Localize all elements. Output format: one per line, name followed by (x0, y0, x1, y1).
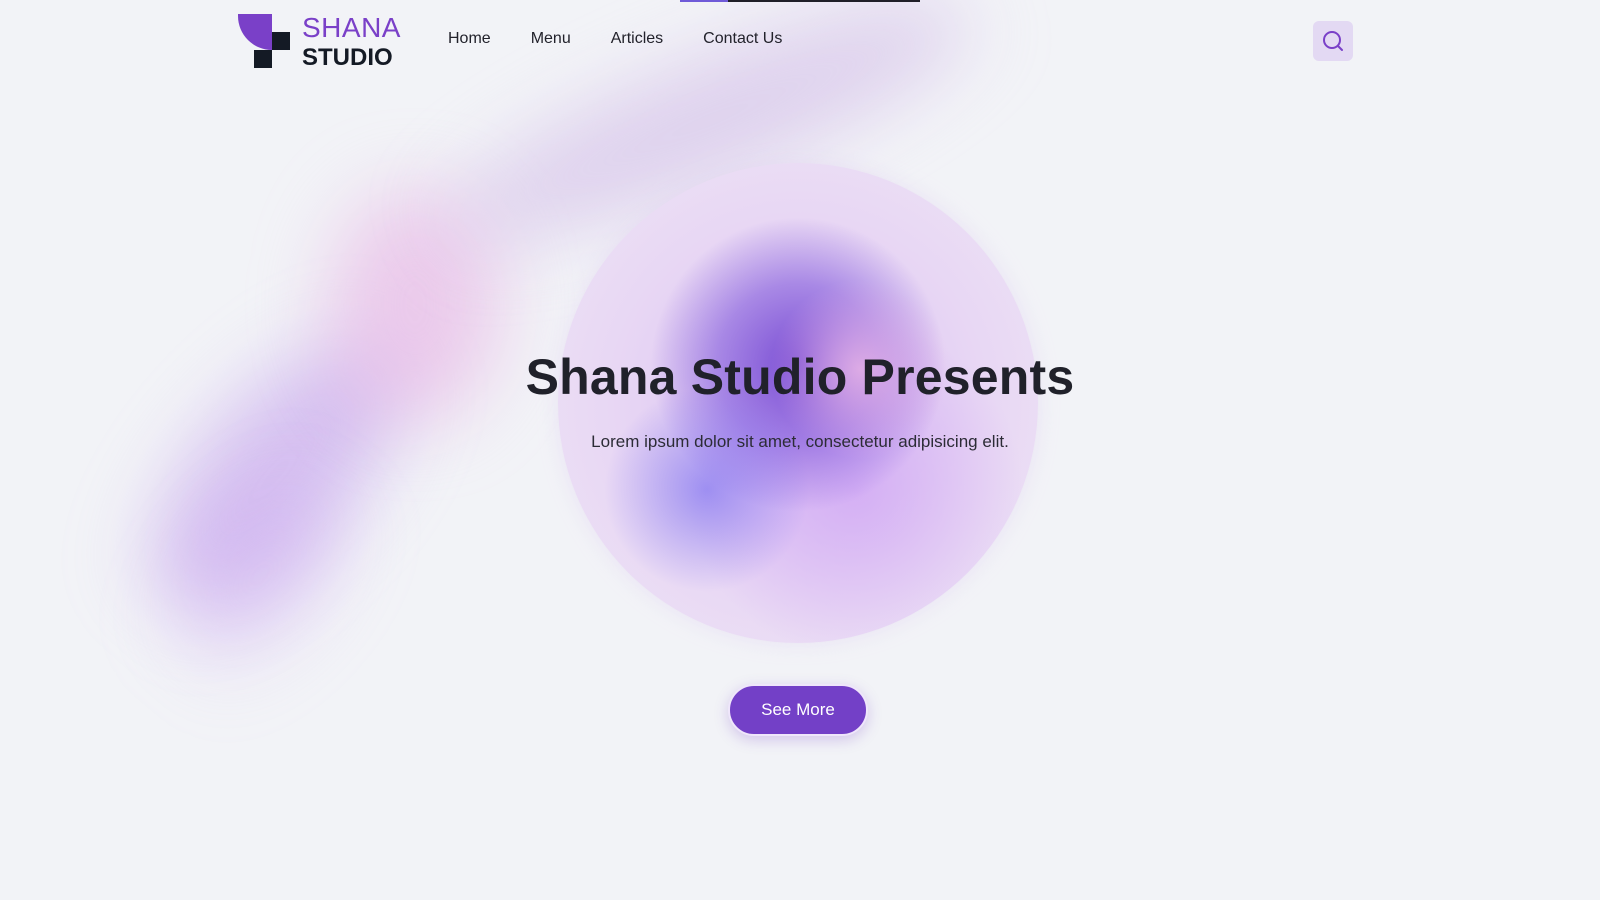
site-header: SHANA STUDIO Home Menu Articles Contact … (0, 0, 1600, 84)
brand-logo[interactable]: SHANA STUDIO (238, 12, 418, 72)
search-button[interactable] (1313, 21, 1353, 61)
nav-link-home[interactable]: Home (448, 30, 491, 48)
hero-subtitle: Lorem ipsum dolor sit amet, consectetur … (591, 432, 1009, 451)
nav-link-menu[interactable]: Menu (531, 30, 571, 48)
logo-line-1: SHANA (302, 12, 401, 43)
hero-title: Shana Studio Presents (525, 349, 1075, 405)
nav-link-contact-us[interactable]: Contact Us (703, 30, 782, 48)
main-nav: Home Menu Articles Contact Us (448, 30, 782, 48)
logo-line-2: STUDIO (302, 44, 393, 71)
logo-wordmark: SHANA STUDIO (302, 14, 401, 70)
see-more-button[interactable]: See More (728, 684, 868, 736)
logo-mark-icon (238, 14, 292, 70)
search-icon (1323, 31, 1343, 51)
nav-link-articles[interactable]: Articles (611, 30, 663, 48)
